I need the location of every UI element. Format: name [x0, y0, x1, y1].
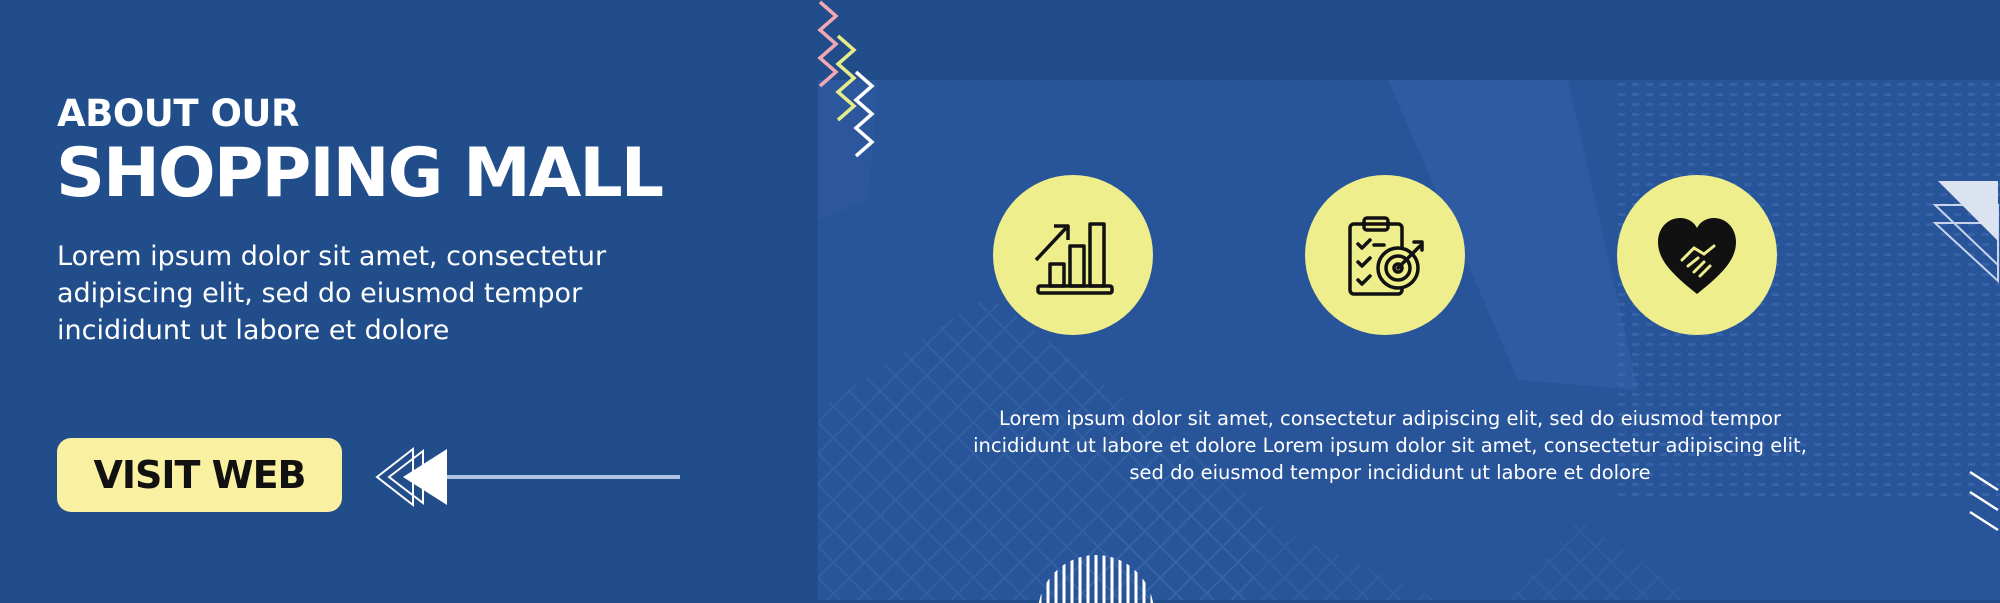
bar-chart-growth-icon	[1034, 222, 1114, 295]
feature-panel	[818, 80, 2000, 600]
hero-description: Lorem ipsum dolor sit amet, consectetur …	[57, 241, 607, 346]
hero-eyebrow: ABOUT OUR	[57, 92, 299, 135]
hero-panel: ABOUT OUR SHOPPING MALL Lorem ipsum dolo…	[0, 0, 820, 600]
striped-circle-decoration	[1038, 555, 1154, 603]
arrow-left-icon	[375, 446, 680, 508]
mall-background-image	[818, 80, 2000, 600]
feature-care	[1617, 175, 1777, 335]
heart-handshake-icon	[1658, 218, 1736, 294]
feature-growth	[993, 175, 1153, 335]
visit-web-button[interactable]: VISIT WEB	[57, 438, 342, 512]
diagonal-lines-decoration	[1969, 470, 1999, 532]
clipboard-target-icon	[1348, 216, 1424, 296]
features-description: Lorem ipsum dolor sit amet, consectetur …	[973, 407, 1807, 484]
triangle-decoration	[1932, 181, 1999, 284]
feature-goals	[1305, 175, 1465, 335]
page-title: SHOPPING MALL	[56, 134, 664, 213]
zigzag-decoration	[817, 0, 875, 158]
